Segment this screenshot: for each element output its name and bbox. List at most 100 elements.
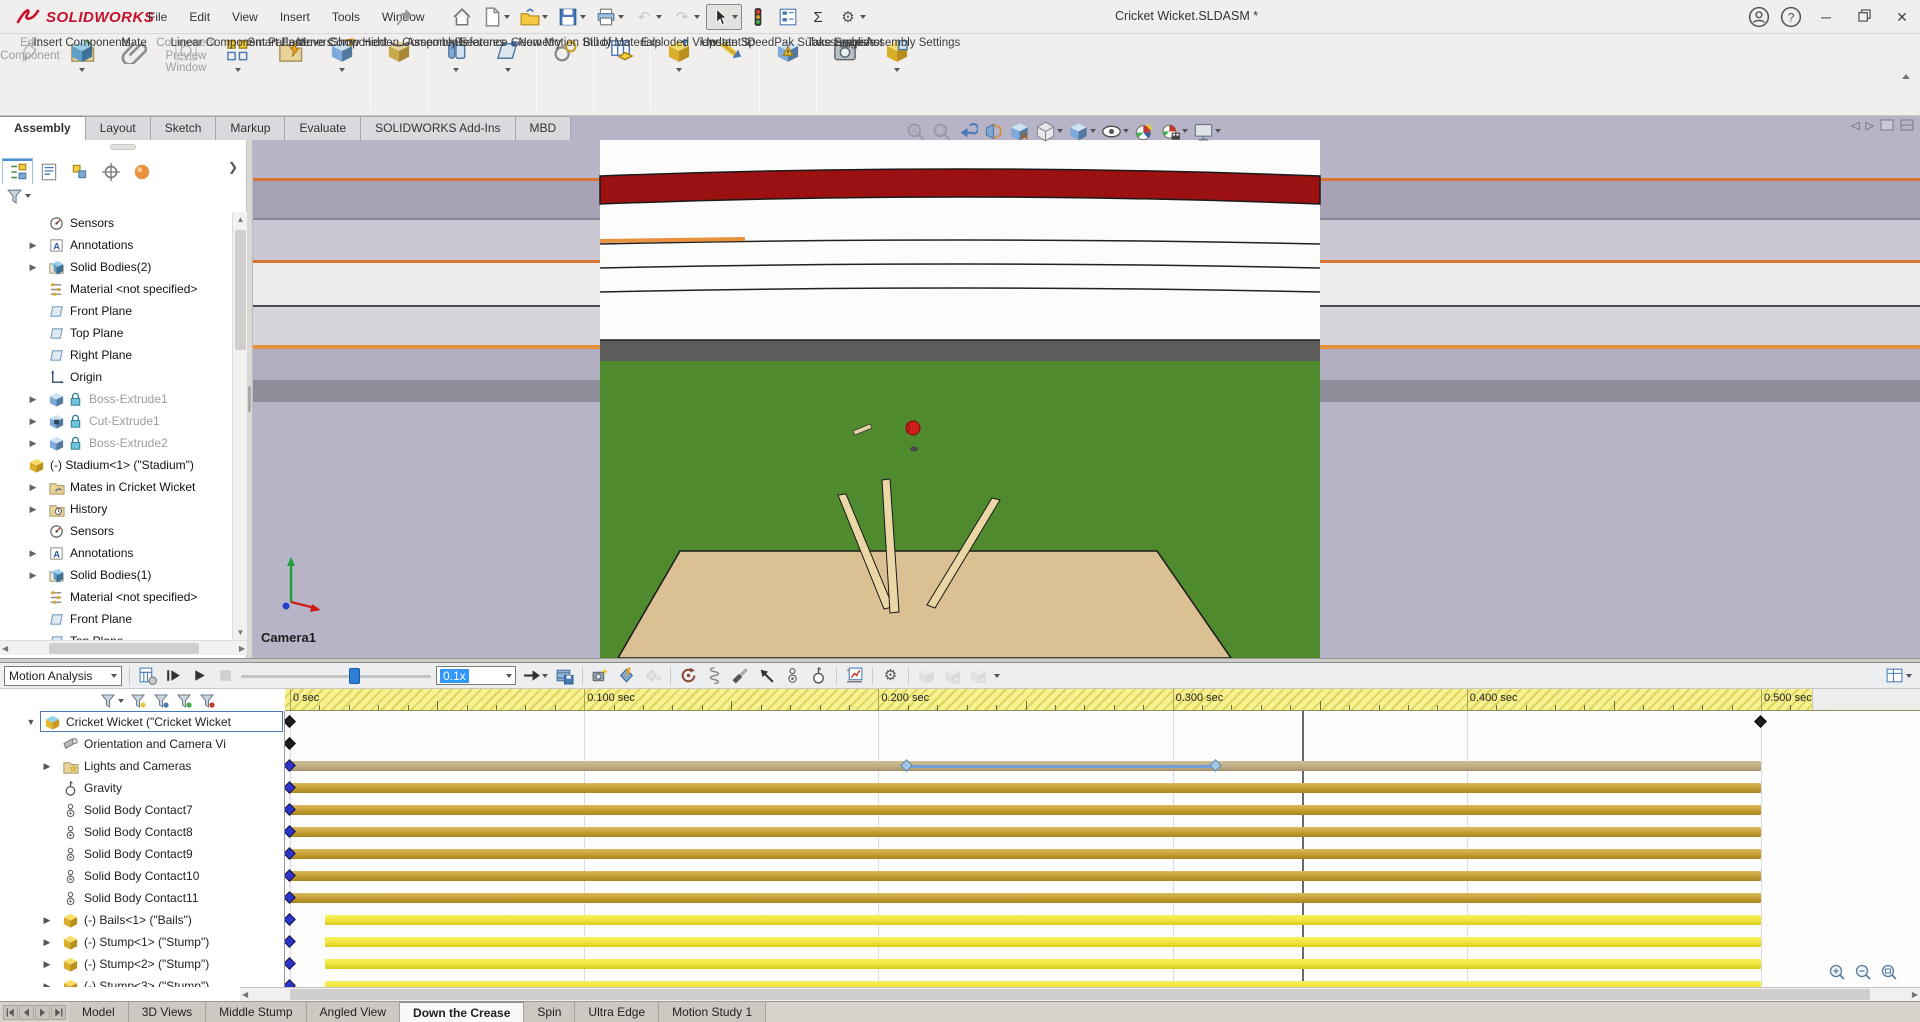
tree-item-mates-in-cricket-wicket[interactable]: ▶Mates in Cricket Wicket	[0, 476, 232, 498]
motion-item--bails-1-bails-[interactable]: ▶(-) Bails<1> ("Bails")	[0, 909, 285, 931]
motion-item--stump-1-stump-[interactable]: ▶(-) Stump<1> ("Stump")	[0, 931, 285, 953]
timeline-zoom-out-icon[interactable]	[1854, 963, 1872, 981]
expand-arrow-icon[interactable]: ▶	[42, 761, 52, 772]
dropdown-caret-icon[interactable]	[994, 674, 1000, 678]
pane-back-icon[interactable]: ◁	[1851, 119, 1859, 132]
menu-insert[interactable]: Insert	[270, 6, 320, 28]
dropdown-caret-icon[interactable]	[732, 15, 738, 19]
dropdown-caret-icon[interactable]	[860, 15, 866, 19]
motion-item-cricket-wicket-cricket-wicket[interactable]: ▼Cricket Wicket ("Cricket Wicket	[0, 711, 285, 733]
save-button[interactable]	[554, 4, 590, 30]
select-cursor-button[interactable]	[706, 4, 742, 30]
tree-item-annotations[interactable]: ▶AAnnotations	[0, 542, 232, 564]
filter-results-button[interactable]	[197, 691, 217, 711]
expand-arrow-icon[interactable]: ▶	[28, 438, 38, 449]
tree-item-material-not-specified-[interactable]: Material <not specified>	[0, 586, 232, 608]
motion-item--stump-2-stump-[interactable]: ▶(-) Stump<2> ("Stump")	[0, 953, 285, 975]
properties-button[interactable]: ⚙	[880, 665, 901, 686]
tab-solidworks-add-ins[interactable]: SOLIDWORKS Add-Ins	[361, 116, 515, 140]
dropdown-caret-icon[interactable]	[656, 15, 662, 19]
dropdown-caret-icon[interactable]	[118, 699, 124, 703]
exploded-view-button[interactable]: Exploded View	[653, 34, 705, 115]
expand-arrow-icon[interactable]: ▶	[28, 570, 38, 581]
key-point[interactable]	[1754, 715, 1767, 728]
expand-arrow-icon[interactable]: ▶	[28, 240, 38, 251]
insert-components-button[interactable]: Insert Components	[56, 34, 108, 115]
dropdown-caret-icon[interactable]	[25, 194, 31, 198]
pin-menu-icon[interactable]	[395, 7, 415, 27]
tree-item-right-plane[interactable]: Right Plane	[0, 344, 232, 366]
options-button[interactable]: ⚙	[834, 4, 870, 30]
key-point[interactable]	[285, 935, 295, 948]
key-point[interactable]	[285, 737, 295, 750]
panel-grip[interactable]	[110, 144, 136, 150]
view-tab-motion-study-1[interactable]: Motion Study 1	[659, 1002, 766, 1022]
expand-arrow-icon[interactable]: ▶	[28, 548, 38, 559]
results-button[interactable]	[844, 665, 865, 686]
print-button[interactable]	[592, 4, 628, 30]
dropdown-caret-icon[interactable]	[1057, 129, 1063, 133]
panel-tab-displaymanager[interactable]	[126, 158, 157, 184]
tree-item-cut-extrude1[interactable]: ▶Cut-Extrude1	[0, 410, 232, 432]
calculate-button[interactable]	[137, 665, 158, 686]
tree-item-front-plane[interactable]: Front Plane	[0, 608, 232, 630]
spring-button[interactable]	[704, 665, 725, 686]
motion-item-solid-body-contact11[interactable]: Solid Body Contact11	[0, 887, 285, 909]
dropdown-caret-icon[interactable]	[542, 674, 548, 678]
restore-button[interactable]	[1850, 9, 1878, 25]
motor-button[interactable]	[678, 665, 699, 686]
open-button[interactable]	[516, 4, 552, 30]
dropdown-caret-icon[interactable]	[894, 68, 900, 72]
apply-scene-button[interactable]	[1160, 121, 1188, 142]
motionmanager-toggle-icon[interactable]	[1885, 666, 1904, 685]
dropdown-caret-icon[interactable]	[618, 15, 624, 19]
playback-speed-combo[interactable]: 0.1x	[436, 666, 516, 685]
play-from-start-button[interactable]	[163, 665, 184, 686]
expand-arrow-icon[interactable]: ▶	[42, 937, 52, 948]
scroll-thumb[interactable]	[235, 230, 246, 350]
filter-animated-button[interactable]	[128, 691, 148, 711]
tree-item-sensors[interactable]: Sensors	[0, 520, 232, 542]
view-tab-3d-views[interactable]: 3D Views	[129, 1002, 206, 1022]
panel-tab-dimxpertmanager[interactable]	[95, 158, 126, 184]
expand-arrow-icon[interactable]: ▶	[42, 915, 52, 926]
timeline-horizontal-scrollbar[interactable]: ◀ ▶	[240, 987, 1920, 1001]
tree-item-boss-extrude2[interactable]: ▶Boss-Extrude2	[0, 432, 232, 454]
motion-filter-button[interactable]	[98, 691, 125, 711]
tree-item-annotations[interactable]: ▶AAnnotations	[0, 234, 232, 256]
contact-tool-button[interactable]	[782, 665, 803, 686]
motion-item-solid-body-contact9[interactable]: Solid Body Contact9	[0, 843, 285, 865]
tree-vertical-scrollbar[interactable]: ▲ ▼	[232, 212, 247, 640]
tree-item-solid-bodies-1-[interactable]: ▶Solid Bodies(1)	[0, 564, 232, 586]
save-animation-button[interactable]	[554, 665, 575, 686]
close-button[interactable]: ✕	[1888, 9, 1916, 26]
slider-handle[interactable]	[349, 668, 360, 684]
timeline-bar[interactable]	[290, 849, 1761, 859]
edit-appearance-button[interactable]	[1134, 121, 1155, 142]
scroll-right-icon[interactable]: ▶	[1912, 990, 1918, 999]
tree-horizontal-scrollbar[interactable]: ◀ ▶	[0, 640, 247, 655]
menu-tools[interactable]: Tools	[322, 6, 370, 28]
user-account-icon[interactable]	[1748, 6, 1770, 28]
dropdown-caret-icon[interactable]	[453, 68, 459, 72]
view-tab-spin[interactable]: Spin	[524, 1002, 575, 1022]
tab-markup[interactable]: Markup	[216, 116, 285, 140]
tree-item-material-not-specified-[interactable]: Material <not specified>	[0, 278, 232, 300]
playback-mode-button[interactable]	[521, 665, 549, 686]
damper-button[interactable]	[730, 665, 751, 686]
view-tab-ultra-edge[interactable]: Ultra Edge	[575, 1002, 659, 1022]
tree-item-top-plane[interactable]: Top Plane	[0, 630, 232, 640]
redo-button[interactable]: ↷	[668, 4, 704, 30]
tab-layout[interactable]: Layout	[86, 116, 151, 140]
tab-evaluate[interactable]: Evaluate	[285, 116, 361, 140]
motion-item-orientation-and-camera-vi[interactable]: Orientation and Camera Vi	[0, 733, 285, 755]
panel-expand-icon[interactable]: ❯	[228, 160, 238, 174]
new-document-button[interactable]	[478, 4, 514, 30]
timeline-ruler[interactable]: 0 sec0.100 sec0.200 sec0.300 sec0.400 se…	[285, 689, 1920, 711]
motion-item-solid-body-contact10[interactable]: Solid Body Contact10	[0, 865, 285, 887]
timeline-tracks[interactable]	[285, 711, 1920, 987]
motion-item-solid-body-contact8[interactable]: Solid Body Contact8	[0, 821, 285, 843]
timeline-bar[interactable]	[290, 827, 1761, 837]
tree-item-origin[interactable]: Origin	[0, 366, 232, 388]
dropdown-caret-icon[interactable]	[504, 15, 510, 19]
